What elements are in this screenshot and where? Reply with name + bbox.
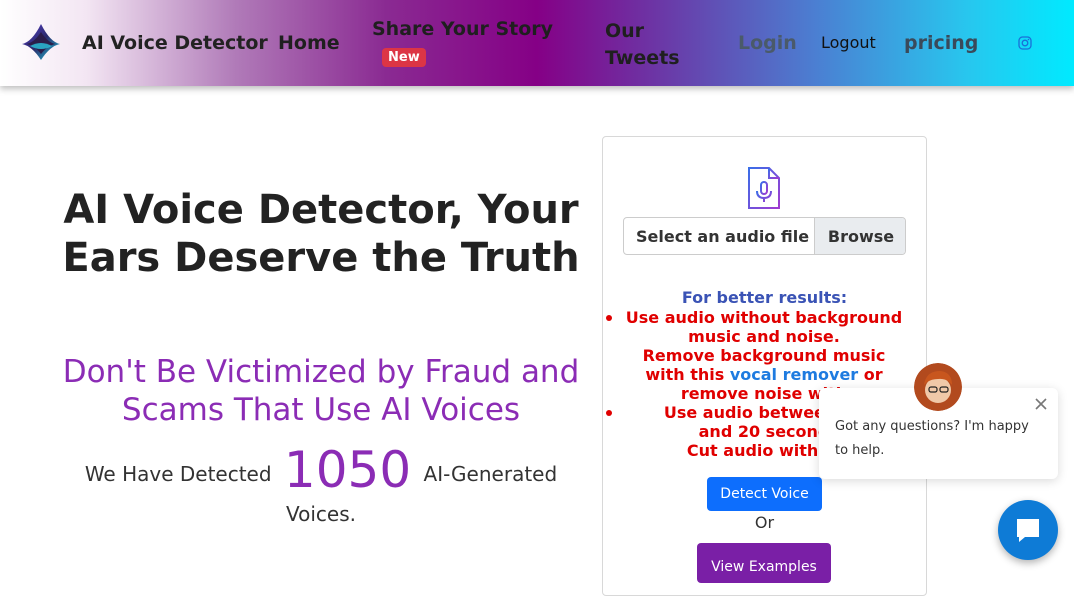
tip1-text: Use audio without background music and n… (625, 308, 903, 346)
file-input-label[interactable]: Select an audio file (636, 227, 809, 246)
tip2-cut-text: Cut audio with (686, 441, 819, 460)
new-badge: New (382, 48, 426, 67)
or-separator: Or (754, 513, 775, 532)
audio-file-input[interactable]: Select an audio file Browse (623, 217, 906, 255)
avatar (914, 363, 962, 411)
nav-home-link[interactable]: Home (278, 32, 340, 54)
tips-heading: For better results: (681, 288, 848, 307)
bullet-dot (606, 315, 612, 321)
bullet-dot (606, 410, 612, 416)
chat-message-text: Got any questions? I'm happy to help. (835, 419, 1029, 458)
detection-counter: We Have Detected 1050 AI-Generated Voice… (60, 445, 582, 534)
chat-launcher-button[interactable] (998, 500, 1058, 560)
nav-tweets-link[interactable]: Our Tweets (605, 18, 695, 72)
browse-button[interactable]: Browse (814, 218, 905, 254)
hero-subtitle: Don't Be Victimized by Fraud and Scams T… (62, 354, 580, 428)
instagram-icon[interactable] (1018, 36, 1032, 50)
vocal-remover-link[interactable]: vocal remover (730, 365, 858, 384)
logo-icon[interactable] (20, 22, 62, 62)
tip2-text-2: and 20 second (698, 422, 830, 441)
chat-icon (1017, 519, 1039, 542)
navbar: AI Voice Detector Home Share Your Story … (0, 0, 1074, 86)
hero-title: AI Voice Detector, Your Ears Deserve the… (62, 187, 580, 281)
counter-prefix: We Have Detected (84, 462, 272, 486)
counter-value: 1050 (283, 441, 412, 499)
nav-share-story-link[interactable]: Share Your Story (372, 18, 553, 40)
audio-file-icon (748, 167, 780, 209)
detect-voice-button[interactable]: Detect Voice (707, 477, 822, 511)
nav-pricing-link[interactable]: pricing (904, 32, 978, 54)
nav-logout-link[interactable]: Logout (821, 33, 876, 52)
nav-login-link[interactable]: Login (738, 32, 797, 54)
close-icon[interactable] (1033, 396, 1049, 412)
view-examples-button[interactable]: View Examples (697, 543, 831, 583)
brand-title[interactable]: AI Voice Detector (82, 32, 268, 54)
